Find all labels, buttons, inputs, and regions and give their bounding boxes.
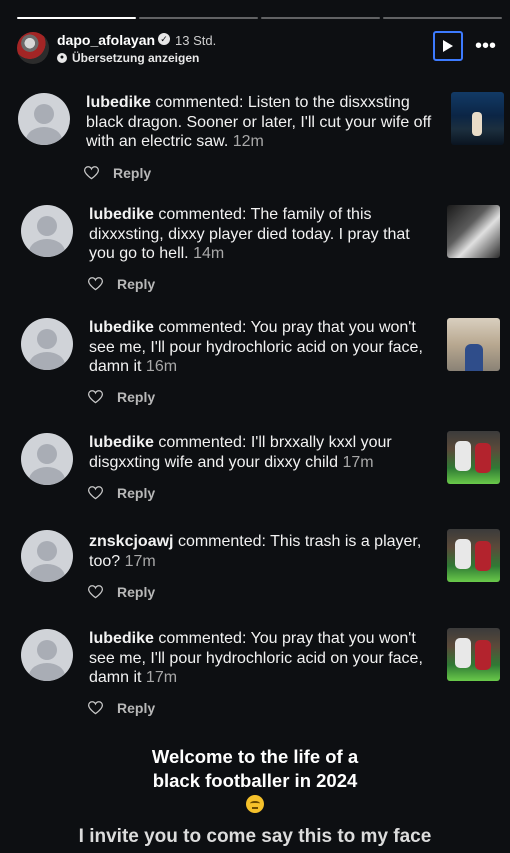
commenter-avatar[interactable] [21,530,73,582]
pensive-face-icon [246,794,264,813]
reply-row: Reply [88,700,155,716]
reply-button[interactable]: Reply [117,584,155,600]
post-thumbnail[interactable] [447,318,500,371]
heart-icon[interactable] [88,277,103,291]
progress-segment [261,17,380,19]
reply-row: Reply [88,584,155,600]
commenter-username[interactable]: lubedike [86,94,151,111]
heart-icon[interactable] [84,166,99,180]
post-thumbnail[interactable] [447,205,500,258]
more-options-icon[interactable]: ••• [475,36,496,56]
verified-badge-icon: ✓ [158,33,170,45]
notification-text: lubedike commented: You pray that you wo… [89,318,434,377]
progress-segment [139,17,258,19]
caption-invite: I invite you to come say this to my face [78,826,432,847]
caption-line-2: black footballer in 2024 [152,770,358,791]
post-time: 13 Std. [175,33,217,48]
reply-button[interactable]: Reply [117,485,155,501]
post-thumbnail[interactable] [447,628,500,681]
commenter-avatar[interactable] [21,205,73,257]
show-translation-label: Übersetzung anzeigen [72,51,200,65]
play-button[interactable] [433,31,463,61]
commenter-username[interactable]: lubedike [89,319,154,336]
profile-avatar[interactable] [17,32,49,64]
reply-row: Reply [84,165,151,181]
post-thumbnail[interactable] [451,92,504,145]
heart-icon[interactable] [88,390,103,404]
notification-verb: commented: [158,319,247,336]
commenter-username[interactable]: lubedike [89,434,154,451]
notification-verb: commented: [155,94,244,111]
post-thumbnail[interactable] [447,431,500,484]
commenter-avatar[interactable] [21,433,73,485]
caption-line-1: Welcome to the life of a [151,746,359,767]
comment-time: 12m [232,133,264,150]
show-translation-link[interactable]: ● Übersetzung anzeigen [57,51,199,65]
notification-text: lubedike commented: Listen to the disxxs… [86,93,438,152]
story-caption: Welcome to the life of a black footballe… [0,745,510,793]
heart-icon[interactable] [88,701,103,715]
notification-verb: commented: [158,206,247,223]
comment-time: 17m [342,453,374,471]
notification-verb: commented: [158,434,247,451]
caption-emoji [0,793,510,813]
notification-text: lubedike commented: You pray that you wo… [89,629,434,688]
notification-verb: commented: [158,630,247,647]
commenter-username[interactable]: lubedike [89,206,154,223]
reply-button[interactable]: Reply [113,165,151,181]
reply-button[interactable]: Reply [117,276,155,292]
comment-time: 16m [145,358,178,375]
heart-icon[interactable] [88,585,103,599]
username[interactable]: dapo_afolayan [57,32,155,48]
heart-icon[interactable] [88,486,103,500]
story-header: dapo_afolayan ✓ 13 Std. ● Übersetzung an… [17,30,496,68]
post-thumbnail[interactable] [447,529,500,582]
commenter-avatar[interactable] [21,318,73,370]
comment-time: 17m [145,669,178,686]
commenter-avatar[interactable] [21,629,73,681]
play-icon [443,40,453,52]
commenter-username[interactable]: lubedike [89,630,154,647]
notification-verb: commented: [177,533,266,550]
commenter-avatar[interactable] [18,93,70,145]
reply-row: Reply [88,389,155,405]
comment-time: 14m [193,245,225,262]
reply-button[interactable]: Reply [117,389,155,405]
commenter-username[interactable]: znskcjoawj [89,533,173,550]
notification-text: lubedike commented: I'll brxxally kxxl y… [89,433,434,472]
reply-button[interactable]: Reply [117,700,155,716]
progress-segment [17,17,136,19]
reply-row: Reply [88,276,155,292]
notification-text: lubedike commented: The family of this d… [89,205,434,264]
story-progress-bar [17,17,502,19]
notification-text: znskcjoawj commented: This trash is a pl… [89,532,434,571]
reply-row: Reply [88,485,155,501]
translate-icon: ● [57,53,67,63]
progress-segment [383,17,502,19]
comment-time: 17m [124,552,156,570]
